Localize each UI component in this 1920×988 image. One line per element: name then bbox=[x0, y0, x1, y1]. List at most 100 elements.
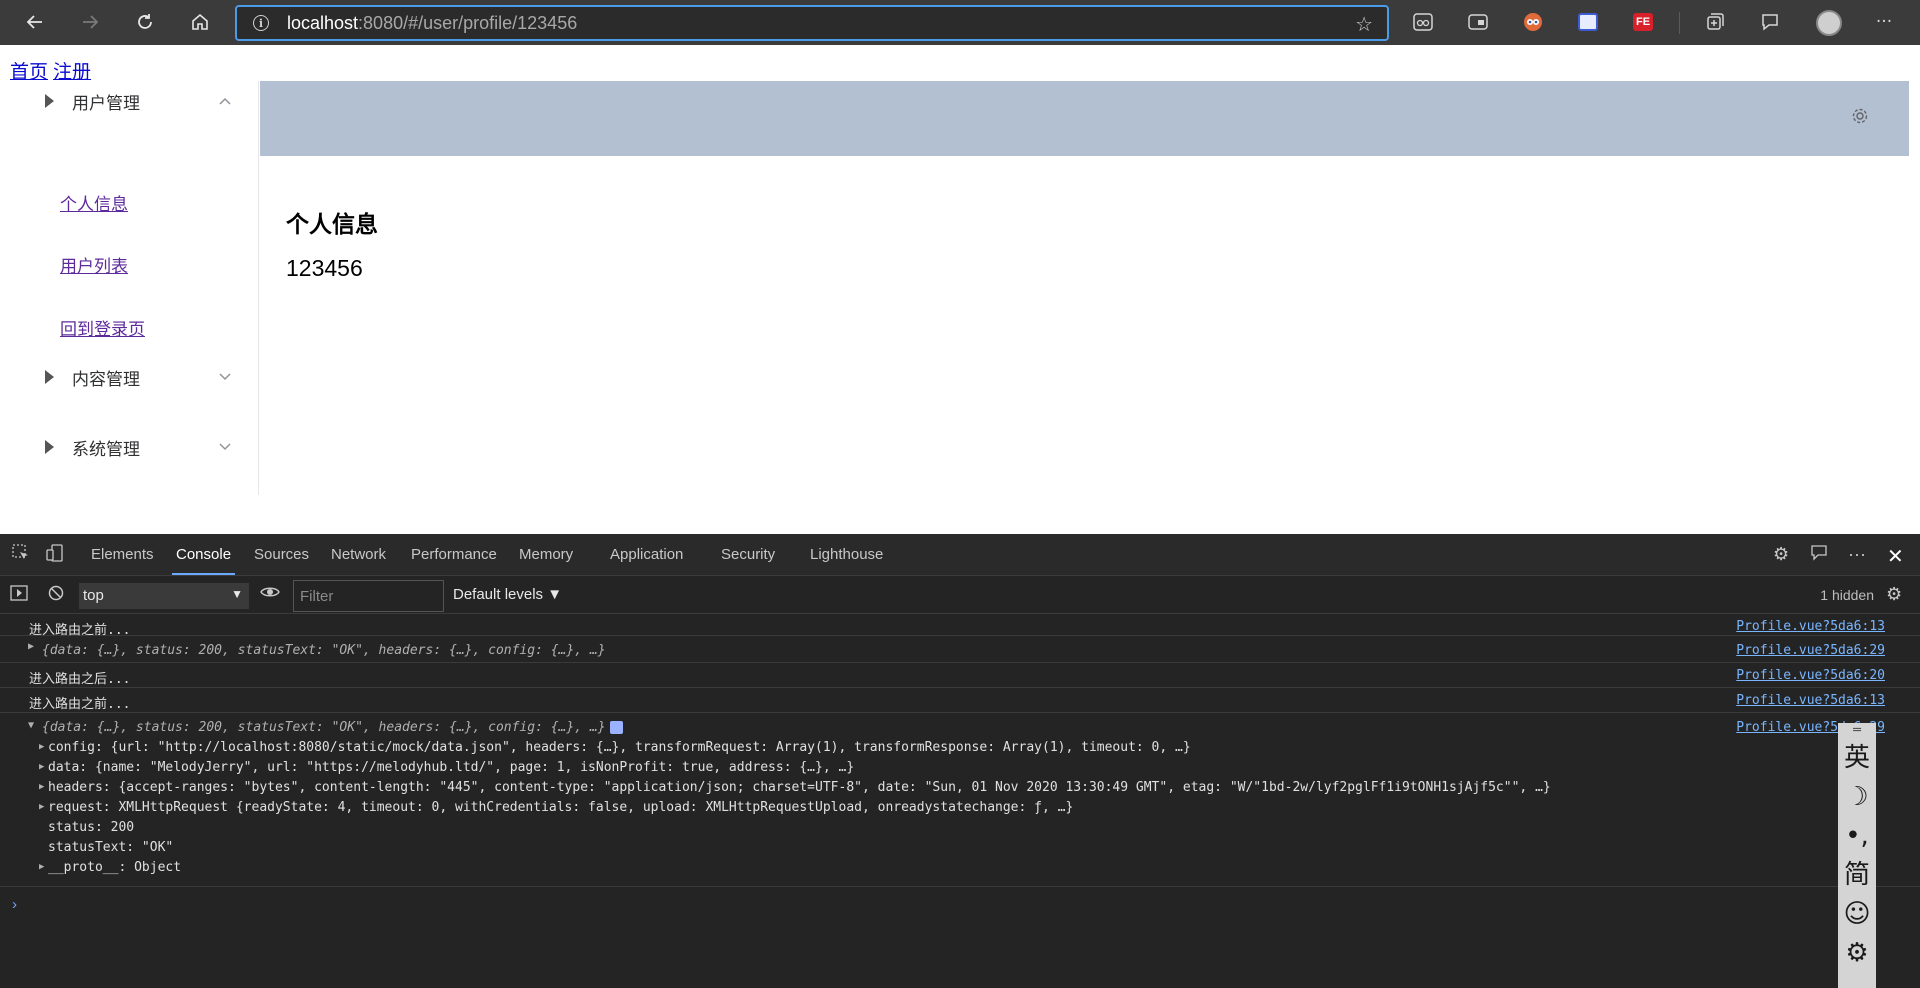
console-prompt[interactable]: › bbox=[12, 896, 17, 913]
property-text: data: {name: "MelodyJerry", url: "https:… bbox=[48, 760, 855, 775]
device-toolbar-icon[interactable] bbox=[46, 544, 64, 567]
menu-content-management[interactable]: 内容管理 bbox=[0, 359, 259, 395]
clear-console-icon[interactable] bbox=[48, 585, 64, 606]
console-message: ▶ {data: {…}, status: 200, statusText: "… bbox=[0, 636, 1920, 663]
collapse-arrow-icon[interactable]: ▼ bbox=[28, 720, 34, 731]
ime-settings-icon[interactable]: ⚙ bbox=[1838, 934, 1876, 973]
refresh-icon[interactable] bbox=[131, 8, 159, 36]
tab-console[interactable]: Console bbox=[171, 546, 236, 575]
address-bar[interactable]: i localhost:8080/#/user/profile/123456 ☆ bbox=[235, 5, 1389, 41]
sidebar-icon[interactable] bbox=[1466, 10, 1490, 34]
more-icon[interactable]: ··· bbox=[1872, 10, 1896, 34]
url-path: :8080/#/user/profile/123456 bbox=[358, 12, 578, 33]
tab-icon[interactable] bbox=[1576, 10, 1600, 34]
expand-arrow-icon: ▶ bbox=[39, 862, 45, 872]
tab-lighthouse[interactable]: Lighthouse bbox=[810, 546, 883, 563]
page-title: 个人信息 bbox=[286, 211, 378, 237]
moon-icon[interactable]: ☽ bbox=[1838, 778, 1876, 817]
object-property[interactable]: ▶ config: {url: "http://localhost:8080/st… bbox=[39, 740, 1191, 755]
console-message: 进入路由之前... Profile.vue?5da6:13 bbox=[0, 614, 1920, 638]
devtools-panel: Elements Console Sources Network Perform… bbox=[0, 534, 1920, 988]
tab-security[interactable]: Security bbox=[721, 546, 775, 563]
context-select[interactable]: top ▼ bbox=[79, 583, 249, 609]
feedback-icon[interactable] bbox=[1758, 10, 1782, 34]
sidebar-item-profile[interactable]: 个人信息 bbox=[60, 190, 128, 215]
reading-view-icon[interactable] bbox=[1411, 10, 1435, 34]
feedback-icon[interactable] bbox=[1810, 544, 1828, 567]
info-badge-icon bbox=[609, 721, 623, 734]
devtools-tab-bar: Elements Console Sources Network Perform… bbox=[0, 534, 1920, 576]
console-object-summary: {data: {…}, status: 200, statusText: "OK… bbox=[42, 720, 606, 735]
log-levels-dropdown[interactable]: Default levels ▼ bbox=[453, 586, 562, 603]
star-icon[interactable]: ☆ bbox=[1355, 12, 1373, 36]
property-text: request: XMLHttpRequest {readyState: 4, … bbox=[48, 800, 1074, 815]
expand-triangle-icon bbox=[45, 370, 54, 384]
sidebar-toggle-icon[interactable] bbox=[10, 585, 28, 606]
settings-gear-icon[interactable]: ⚙ bbox=[1773, 544, 1789, 565]
expand-triangle-icon bbox=[45, 94, 54, 108]
property-text: __proto__: Object bbox=[48, 860, 182, 875]
site-info-icon[interactable]: i bbox=[253, 15, 269, 31]
console-message-text[interactable]: {data: {…}, status: 200, statusText: "OK… bbox=[42, 720, 623, 735]
tab-elements[interactable]: Elements bbox=[91, 546, 154, 563]
punctuation-icon[interactable]: •, bbox=[1838, 817, 1876, 856]
emoji-icon[interactable]: ☺ bbox=[1838, 895, 1876, 934]
filter-input[interactable] bbox=[293, 580, 444, 612]
console-message-text[interactable]: {data: {…}, status: 200, statusText: "OK… bbox=[42, 643, 606, 658]
console-message-text: 进入路由之后... bbox=[29, 672, 131, 687]
ime-toolbar: ═ 英 ☽ •, 简 ☺ ⚙ bbox=[1838, 723, 1876, 988]
context-select-value: top bbox=[83, 587, 104, 604]
forward-icon[interactable] bbox=[76, 8, 104, 36]
url-text[interactable]: localhost:8080/#/user/profile/123456 bbox=[287, 13, 577, 34]
ime-drag-handle[interactable]: ═ bbox=[1853, 723, 1861, 739]
register-link[interactable]: 注册 bbox=[53, 62, 91, 83]
home-link[interactable]: 首页 bbox=[10, 62, 48, 83]
object-property[interactable]: ▶ request: XMLHttpRequest {readyState: 4,… bbox=[39, 800, 1074, 815]
console-settings-icon[interactable]: ⚙ bbox=[1886, 584, 1902, 605]
expand-arrow-icon[interactable]: ▶ bbox=[28, 641, 34, 652]
ime-simplified-toggle[interactable]: 简 bbox=[1838, 856, 1876, 895]
back-icon[interactable] bbox=[21, 8, 49, 36]
home-icon[interactable] bbox=[186, 8, 214, 36]
tab-sources[interactable]: Sources bbox=[254, 546, 309, 563]
browser-toolbar: i localhost:8080/#/user/profile/123456 ☆… bbox=[0, 0, 1920, 45]
profile-avatar[interactable] bbox=[1814, 8, 1844, 38]
fe-ext-icon[interactable]: FE bbox=[1631, 10, 1655, 34]
chevron-up-icon bbox=[218, 93, 232, 109]
more-options-icon[interactable]: ··· bbox=[1848, 544, 1866, 565]
object-property[interactable]: ▶ headers: {accept-ranges: "bytes", conte… bbox=[39, 780, 1551, 795]
profile-id: 123456 bbox=[286, 255, 363, 281]
sidebar-item-user-list[interactable]: 用户列表 bbox=[60, 252, 128, 277]
ime-language-toggle[interactable]: 英 bbox=[1838, 739, 1876, 778]
expand-triangle-icon bbox=[45, 440, 54, 454]
expand-arrow-icon: ▶ bbox=[39, 802, 45, 812]
property-text: config: {url: "http://localhost:8080/sta… bbox=[48, 740, 1191, 755]
source-link[interactable]: Profile.vue?5da6:13 bbox=[1736, 693, 1885, 708]
source-link[interactable]: Profile.vue?5da6:20 bbox=[1736, 668, 1885, 683]
sidebar-item-back-to-login[interactable]: 回到登录页 bbox=[60, 315, 145, 340]
tab-performance[interactable]: Performance bbox=[411, 546, 497, 563]
menu-user-management[interactable]: 用户管理 bbox=[0, 83, 259, 119]
eye-icon[interactable] bbox=[260, 584, 280, 605]
collections-icon[interactable] bbox=[1703, 10, 1727, 34]
gear-icon[interactable] bbox=[1851, 107, 1869, 131]
property-text: statusText: "OK" bbox=[48, 840, 174, 855]
close-icon[interactable]: ✕ bbox=[1887, 544, 1904, 569]
object-property: statusText: "OK" bbox=[48, 840, 173, 855]
expand-arrow-icon: ▶ bbox=[39, 782, 45, 792]
property-text: status: 200 bbox=[48, 820, 135, 835]
console-message-text: 进入路由之前... bbox=[29, 697, 131, 712]
source-link[interactable]: Profile.vue?5da6:13 bbox=[1736, 619, 1885, 634]
tab-application[interactable]: Application bbox=[610, 546, 683, 563]
tab-network[interactable]: Network bbox=[331, 546, 386, 563]
source-link[interactable]: Profile.vue?5da6:29 bbox=[1736, 643, 1885, 658]
object-property[interactable]: ▶ __proto__: Object bbox=[39, 860, 182, 875]
object-property[interactable]: ▶ data: {name: "MelodyJerry", url: "https… bbox=[39, 760, 855, 775]
tab-memory[interactable]: Memory bbox=[519, 546, 573, 563]
chevron-down-icon bbox=[218, 369, 232, 385]
menu-label: 内容管理 bbox=[72, 369, 140, 389]
inspect-icon[interactable] bbox=[12, 544, 30, 567]
property-text: headers: {accept-ranges: "bytes", conten… bbox=[48, 780, 1551, 795]
menu-system-management[interactable]: 系统管理 bbox=[0, 429, 259, 465]
avatar-ext-icon[interactable] bbox=[1521, 10, 1545, 34]
